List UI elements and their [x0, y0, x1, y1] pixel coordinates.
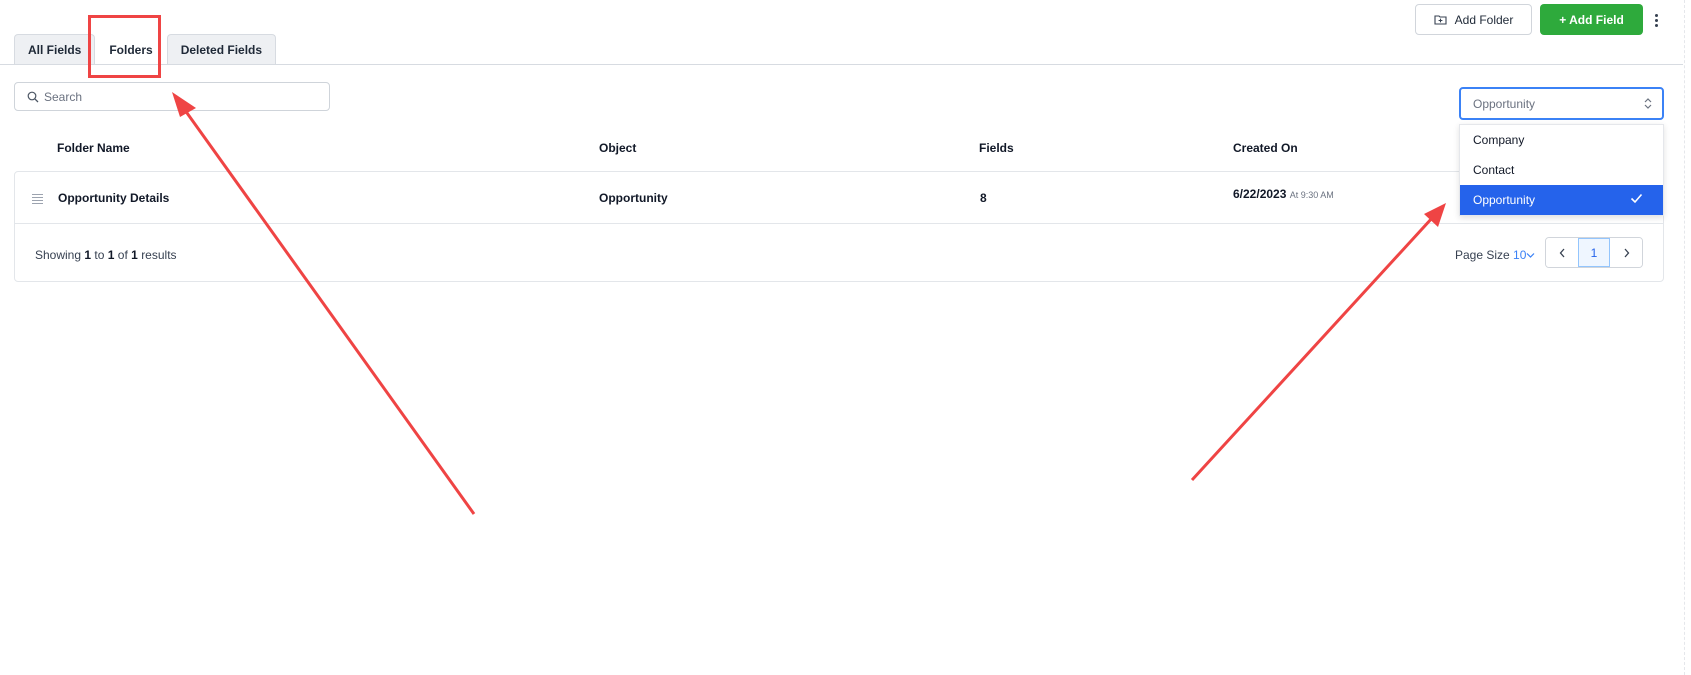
- add-folder-button[interactable]: Add Folder: [1415, 4, 1532, 35]
- add-folder-label: Add Folder: [1454, 12, 1514, 27]
- tab-deleted-fields[interactable]: Deleted Fields: [166, 34, 277, 65]
- object-dropdown-menu: Company Contact Opportunity: [1459, 124, 1664, 216]
- results-total: 1: [131, 248, 138, 262]
- check-icon: [1630, 193, 1643, 204]
- add-field-button[interactable]: + Add Field: [1540, 4, 1643, 35]
- header-created-on[interactable]: Created On: [1233, 141, 1298, 155]
- header-fields[interactable]: Fields: [979, 141, 1014, 155]
- tab-all-fields-label: All Fields: [28, 43, 82, 57]
- search-box[interactable]: [14, 82, 330, 111]
- page-number-button[interactable]: 1: [1578, 238, 1610, 267]
- chevron-down-icon: [1526, 253, 1535, 258]
- pagination: 1: [1545, 237, 1643, 268]
- page-size-selector[interactable]: Page Size 10: [1455, 248, 1535, 262]
- annotation-highlight-box: [88, 15, 161, 78]
- chevron-left-icon: [1559, 248, 1564, 257]
- tab-all-fields[interactable]: All Fields: [14, 34, 96, 65]
- folder-plus-icon: [1434, 15, 1447, 25]
- annotation-arrow-left: [172, 92, 476, 515]
- object-select-value: Opportunity: [1473, 96, 1536, 111]
- tab-deleted-fields-label: Deleted Fields: [180, 43, 263, 57]
- drag-handle-icon[interactable]: [32, 194, 43, 204]
- sort-arrows-icon: [1644, 98, 1652, 109]
- next-page-button[interactable]: [1610, 238, 1642, 267]
- prev-page-button[interactable]: [1546, 238, 1578, 267]
- more-vertical-icon[interactable]: [1650, 9, 1662, 31]
- add-field-label: + Add Field: [1559, 12, 1624, 27]
- right-edge-divider: [1684, 0, 1685, 675]
- option-contact[interactable]: Contact: [1460, 155, 1663, 185]
- created-on-cell: 6/22/2023 At 9:30 AM: [1233, 187, 1334, 201]
- folders-table: Opportunity Details Opportunity 8 6/22/2…: [14, 171, 1664, 282]
- fields-count-cell: 8: [980, 191, 987, 205]
- results-summary: Showing 1 to 1 of 1 results: [35, 248, 177, 262]
- search-icon: [27, 91, 39, 102]
- object-select[interactable]: Opportunity: [1459, 87, 1664, 120]
- page-size-label: Page Size: [1455, 248, 1510, 262]
- option-company-label: Company: [1473, 133, 1525, 147]
- page-size-value: 10: [1513, 248, 1527, 262]
- search-input[interactable]: [44, 89, 314, 104]
- results-from: 1: [84, 248, 92, 262]
- created-date: 6/22/2023: [1233, 187, 1287, 201]
- chevron-right-icon: [1624, 248, 1629, 257]
- option-opportunity[interactable]: Opportunity: [1460, 185, 1663, 215]
- object-cell: Opportunity: [599, 191, 668, 205]
- results-to: 1: [107, 248, 115, 262]
- header-object[interactable]: Object: [599, 141, 636, 155]
- table-row[interactable]: Opportunity Details Opportunity 8 6/22/2…: [15, 172, 1663, 224]
- header-folder-name[interactable]: Folder Name: [57, 141, 130, 155]
- to-word: to: [94, 248, 105, 262]
- option-opportunity-label: Opportunity: [1473, 193, 1536, 207]
- folder-name-cell[interactable]: Opportunity Details: [58, 191, 169, 205]
- option-contact-label: Contact: [1473, 163, 1515, 177]
- option-company[interactable]: Company: [1460, 125, 1663, 155]
- tab-divider: [0, 64, 1683, 65]
- created-time: At 9:30 AM: [1289, 190, 1334, 200]
- showing-word: Showing: [35, 248, 82, 262]
- of-word: of: [117, 248, 128, 262]
- results-word: results: [141, 248, 177, 262]
